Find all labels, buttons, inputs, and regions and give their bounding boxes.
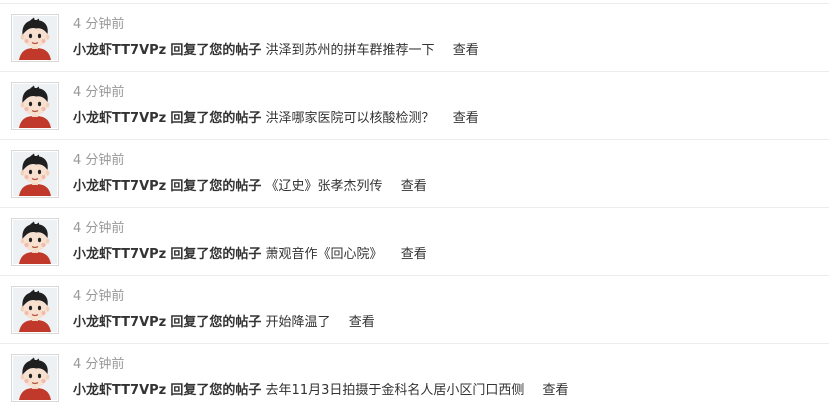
notification-time: 4 分钟前 [73,17,125,32]
cartoon-boy-avatar-icon [13,152,57,196]
view-link[interactable]: 查看 [349,315,375,330]
thread-link[interactable]: 《辽史》张孝杰列传 [266,179,383,194]
user-link[interactable]: 小龙虾TT7VPz [73,383,166,398]
cartoon-boy-avatar-icon [13,16,57,60]
action-text: 回复了您的帖子 [170,43,262,58]
action-text: 回复了您的帖子 [170,315,262,330]
notification-time: 4 分钟前 [73,357,125,372]
user-link[interactable]: 小龙虾TT7VPz [73,179,166,194]
notification-time: 4 分钟前 [73,221,125,236]
notification-message: 小龙虾TT7VPz 回复了您的帖子 洪泽哪家医院可以核酸检测？ 查看 [73,109,479,129]
cartoon-boy-avatar-icon [13,220,57,264]
avatar[interactable] [11,218,59,266]
thread-link[interactable]: 去年11月3日拍摄于金科名人居小区门口西侧 [266,383,525,398]
user-link[interactable]: 小龙虾TT7VPz [73,315,166,330]
thread-link[interactable]: 萧观音作《回心院》 [266,247,383,262]
notification-message: 小龙虾TT7VPz 回复了您的帖子 去年11月3日拍摄于金科名人居小区门口西侧 … [73,381,569,401]
avatar[interactable] [11,150,59,198]
cartoon-boy-avatar-icon [13,84,57,128]
notification-item: 4 分钟前 小龙虾TT7VPz 回复了您的帖子 萧观音作《回心院》 查看 [0,208,829,276]
action-text: 回复了您的帖子 [170,179,262,194]
notification-item: 4 分钟前 小龙虾TT7VPz 回复了您的帖子 《辽史》张孝杰列传 查看 [0,140,829,208]
notification-item: 4 分钟前 小龙虾TT7VPz 回复了您的帖子 去年11月3日拍摄于金科名人居小… [0,344,829,412]
avatar[interactable] [11,82,59,130]
thread-link[interactable]: 洪泽哪家医院可以核酸检测？ [266,111,435,126]
thread-link[interactable]: 开始降温了 [266,315,331,330]
thread-link[interactable]: 洪泽到苏州的拼车群推荐一下 [266,43,435,58]
cartoon-boy-avatar-icon [13,288,57,332]
notification-item: 4 分钟前 小龙虾TT7VPz 回复了您的帖子 开始降温了 查看 [0,276,829,344]
view-link[interactable]: 查看 [543,383,569,398]
view-link[interactable]: 查看 [453,111,479,126]
avatar[interactable] [11,14,59,62]
notification-item: 4 分钟前 小龙虾TT7VPz 回复了您的帖子 洪泽到苏州的拼车群推荐一下 查看 [0,4,829,72]
notification-message: 小龙虾TT7VPz 回复了您的帖子 洪泽到苏州的拼车群推荐一下 查看 [73,41,479,61]
user-link[interactable]: 小龙虾TT7VPz [73,43,166,58]
view-link[interactable]: 查看 [453,43,479,58]
notification-message: 小龙虾TT7VPz 回复了您的帖子 开始降温了 查看 [73,313,375,333]
notification-time: 4 分钟前 [73,85,125,100]
notification-time: 4 分钟前 [73,153,125,168]
notification-time: 4 分钟前 [73,289,125,304]
user-link[interactable]: 小龙虾TT7VPz [73,247,166,262]
notification-message: 小龙虾TT7VPz 回复了您的帖子 萧观音作《回心院》 查看 [73,245,427,265]
notification-list: 4 分钟前 小龙虾TT7VPz 回复了您的帖子 洪泽到苏州的拼车群推荐一下 查看 [0,0,829,404]
user-link[interactable]: 小龙虾TT7VPz [73,111,166,126]
view-link[interactable]: 查看 [401,179,427,194]
notification-item: 4 分钟前 小龙虾TT7VPz 回复了您的帖子 洪泽哪家医院可以核酸检测？ 查看 [0,72,829,140]
view-link[interactable]: 查看 [401,247,427,262]
avatar[interactable] [11,286,59,334]
action-text: 回复了您的帖子 [170,111,262,126]
action-text: 回复了您的帖子 [170,247,262,262]
cartoon-boy-avatar-icon [13,356,57,400]
avatar[interactable] [11,354,59,402]
action-text: 回复了您的帖子 [170,383,262,398]
notification-message: 小龙虾TT7VPz 回复了您的帖子 《辽史》张孝杰列传 查看 [73,177,427,197]
